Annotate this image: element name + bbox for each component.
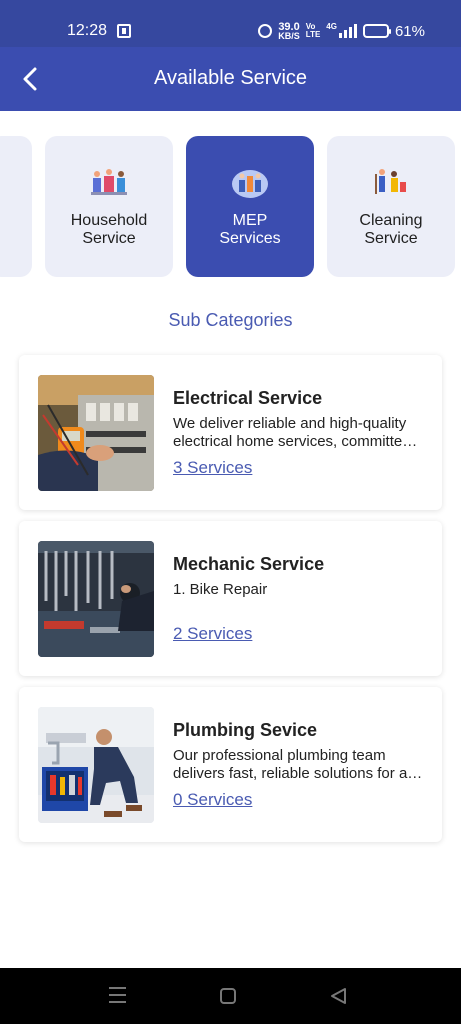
category-card-household[interactable]: Household Service	[45, 136, 173, 277]
service-count-link[interactable]: 3 Services	[173, 458, 252, 478]
electrician-photo	[38, 375, 154, 491]
network-type: 4G	[326, 22, 337, 31]
status-indicators: 39.0 KB/S Vo LTE 4G 61%	[258, 22, 425, 41]
service-count-link[interactable]: 2 Services	[173, 624, 252, 644]
plumber-photo	[38, 707, 154, 823]
category-card-cleaning[interactable]: Cleaning Service	[327, 136, 455, 277]
battery-percent: 61%	[394, 22, 425, 40]
cleaning-icon	[375, 169, 406, 194]
service-count-link[interactable]: 0 Services	[173, 790, 252, 810]
app-bar: Available Service	[0, 47, 461, 111]
alarm-icon	[258, 24, 273, 38]
recent-apps-icon[interactable]	[109, 987, 126, 1003]
household-icon	[91, 169, 127, 195]
service-title: Plumbing Sevice	[173, 720, 318, 740]
signal-icon	[338, 24, 357, 38]
volte-indicator: Vo LTE	[306, 23, 321, 39]
service-card-electrical[interactable]: Electrical Service We deliver reliable a…	[19, 355, 442, 510]
system-nav-bar	[0, 968, 461, 1024]
network-speed-unit: KB/S	[278, 31, 300, 41]
category-label-cleaning: Cleaning Service	[359, 212, 423, 247]
network-speed: 39.0 KB/S	[278, 22, 300, 41]
sub-categories-heading: Sub Categories	[168, 310, 293, 330]
back-icon[interactable]	[329, 987, 347, 1005]
volte-bottom: LTE	[305, 30, 321, 39]
category-carousel[interactable]: Household Service MEP Services Cleaning …	[0, 136, 461, 278]
category-card-partial[interactable]	[0, 136, 32, 277]
service-card-mechanic[interactable]: Mechanic Service 1. Bike Repair 2 Servic…	[19, 521, 442, 676]
category-card-mep[interactable]: MEP Services	[186, 136, 314, 277]
service-title: Mechanic Service	[173, 554, 325, 574]
service-title: Electrical Service	[173, 388, 323, 408]
mep-icon	[232, 170, 268, 198]
service-description: We deliver reliable and high-quality ele…	[173, 415, 411, 450]
category-label-household: Household Service	[70, 212, 148, 247]
mechanic-tools-photo	[38, 541, 154, 657]
service-card-plumbing[interactable]: Plumbing Sevice Our professional plumbin…	[19, 687, 442, 842]
status-time: 12:28	[67, 22, 108, 39]
service-description: Our professional plumbing team delivers …	[173, 747, 414, 782]
status-bar: 12:28 39.0 KB/S Vo LTE 4G 61%	[0, 0, 461, 47]
service-description: 1. Bike Repair	[173, 581, 268, 598]
notification-icon	[117, 24, 131, 38]
category-label-mep: MEP Services	[219, 212, 281, 247]
battery-icon	[362, 24, 391, 38]
home-icon[interactable]	[220, 988, 236, 1004]
page-title: Available Service	[153, 67, 308, 89]
